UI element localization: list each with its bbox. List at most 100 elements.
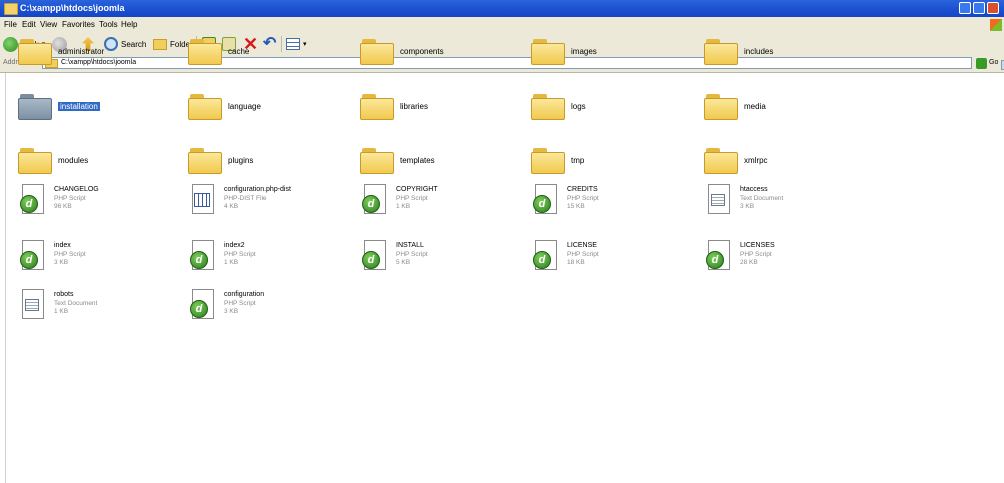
- folder-item[interactable]: logs: [531, 92, 696, 132]
- close-button[interactable]: [987, 2, 999, 14]
- minimize-button[interactable]: [959, 2, 971, 14]
- folder-body: [360, 152, 394, 174]
- folder-icon: [360, 92, 394, 120]
- menu-help[interactable]: Help: [121, 20, 137, 29]
- file-name: LICENSE: [567, 242, 597, 249]
- folder-body: [531, 43, 565, 65]
- file-item[interactable]: d COPYRIGHT PHP Script 1 KB: [360, 184, 525, 224]
- folder-icon: [18, 146, 52, 174]
- file-item[interactable]: d CREDITS PHP Script 15 KB: [531, 184, 696, 224]
- menu-file[interactable]: File: [4, 20, 17, 29]
- folder-name: xmlrpc: [744, 156, 768, 165]
- file-list-pane[interactable]: administrator cache components images includ…: [0, 39, 1004, 483]
- file-name: INSTALL: [396, 242, 424, 249]
- file-type: PHP Script: [567, 195, 599, 202]
- file-size: 15 KB: [567, 203, 585, 210]
- text-document-icon: [704, 184, 732, 216]
- file-item[interactable]: d INSTALL PHP Script 5 KB: [360, 240, 525, 280]
- file-type: PHP Script: [567, 251, 599, 258]
- file-name: robots: [54, 291, 74, 298]
- folder-body: [188, 98, 222, 120]
- folder-item[interactable]: installation: [18, 92, 183, 132]
- php-script-icon: d: [188, 240, 216, 272]
- file-item[interactable]: d configuration PHP Script 3 KB: [188, 289, 353, 329]
- text-lines-icon: [711, 194, 725, 206]
- file-item[interactable]: d index PHP Script 3 KB: [18, 240, 183, 280]
- file-size: 1 KB: [54, 308, 69, 315]
- file-type: Text Document: [740, 195, 784, 202]
- file-size: 96 KB: [54, 203, 72, 210]
- folder-icon: [188, 92, 222, 120]
- maximize-button[interactable]: [973, 2, 985, 14]
- folder-icon: [18, 37, 52, 65]
- folder-item[interactable]: components: [360, 37, 525, 77]
- php-script-icon: d: [531, 240, 559, 272]
- windows-logo-icon: [990, 19, 1002, 31]
- file-name: configuration.php-dist: [224, 186, 291, 193]
- folder-icon: [704, 37, 738, 65]
- folder-body: [531, 98, 565, 120]
- dreamweaver-logo-icon: d: [20, 251, 38, 269]
- folder-icon: [704, 92, 738, 120]
- folder-icon: [188, 37, 222, 65]
- file-name: htaccess: [740, 186, 768, 193]
- dreamweaver-logo-icon: d: [190, 251, 208, 269]
- folder-name: includes: [744, 47, 774, 56]
- folder-body: [188, 152, 222, 174]
- folder-item[interactable]: includes: [704, 37, 869, 77]
- folder-item[interactable]: administrator: [18, 37, 183, 77]
- folder-item[interactable]: libraries: [360, 92, 525, 132]
- go-icon[interactable]: [976, 58, 987, 69]
- folder-icon: [188, 146, 222, 174]
- folder-item[interactable]: cache: [188, 37, 353, 77]
- file-item[interactable]: d index2 PHP Script 1 KB: [188, 240, 353, 280]
- folder-item[interactable]: plugins: [188, 146, 353, 186]
- dreamweaver-logo-icon: d: [362, 195, 380, 213]
- folder-name: media: [744, 102, 766, 111]
- php-script-icon: d: [531, 184, 559, 216]
- file-name: CHANGELOG: [54, 186, 99, 193]
- file-item[interactable]: configuration.php-dist PHP-DIST File 4 KB: [188, 184, 353, 224]
- text-document-icon: [18, 289, 46, 321]
- folder-body: [18, 43, 52, 65]
- menu-view[interactable]: View: [40, 20, 57, 29]
- folder-item[interactable]: xmlrpc: [704, 146, 869, 186]
- folder-item[interactable]: templates: [360, 146, 525, 186]
- file-type: PHP Script: [224, 251, 256, 258]
- folder-item[interactable]: modules: [18, 146, 183, 186]
- title-bar: C:\xampp\htdocs\joomla: [0, 0, 1004, 17]
- php-script-icon: d: [18, 240, 46, 272]
- folder-name: installation: [58, 102, 100, 111]
- file-name: configuration: [224, 291, 265, 298]
- file-size: 18 KB: [567, 259, 585, 266]
- menu-favorites[interactable]: Favorites: [62, 20, 95, 29]
- file-item[interactable]: d LICENSE PHP Script 18 KB: [531, 240, 696, 280]
- file-item[interactable]: htaccess Text Document 3 KB: [704, 184, 869, 224]
- folder-body: [704, 98, 738, 120]
- file-type: PHP Script: [54, 251, 86, 258]
- folder-name: modules: [58, 156, 89, 165]
- folder-name: logs: [571, 102, 586, 111]
- file-item[interactable]: d CHANGELOG PHP Script 96 KB: [18, 184, 183, 224]
- folder-item[interactable]: images: [531, 37, 696, 77]
- menu-bar: File Edit View Favorites Tools Help: [0, 17, 1004, 34]
- folder-body: [531, 152, 565, 174]
- file-type: PHP Script: [396, 195, 428, 202]
- menu-tools[interactable]: Tools: [99, 20, 118, 29]
- folder-icon: [4, 3, 18, 15]
- file-item[interactable]: d LICENSES PHP Script 28 KB: [704, 240, 869, 280]
- file-name: index: [54, 242, 71, 249]
- folder-body: [704, 152, 738, 174]
- folder-body: [360, 98, 394, 120]
- folder-item[interactable]: tmp: [531, 146, 696, 186]
- window-title: C:\xampp\htdocs\joomla: [20, 3, 125, 13]
- folder-item[interactable]: media: [704, 92, 869, 132]
- folder-item[interactable]: language: [188, 92, 353, 132]
- menu-edit[interactable]: Edit: [22, 20, 36, 29]
- go-label[interactable]: Go: [989, 59, 998, 66]
- folder-body: [360, 43, 394, 65]
- file-type: PHP Script: [396, 251, 428, 258]
- file-size: 5 KB: [396, 259, 411, 266]
- file-item[interactable]: robots Text Document 1 KB: [18, 289, 183, 329]
- file-size: 1 KB: [224, 259, 239, 266]
